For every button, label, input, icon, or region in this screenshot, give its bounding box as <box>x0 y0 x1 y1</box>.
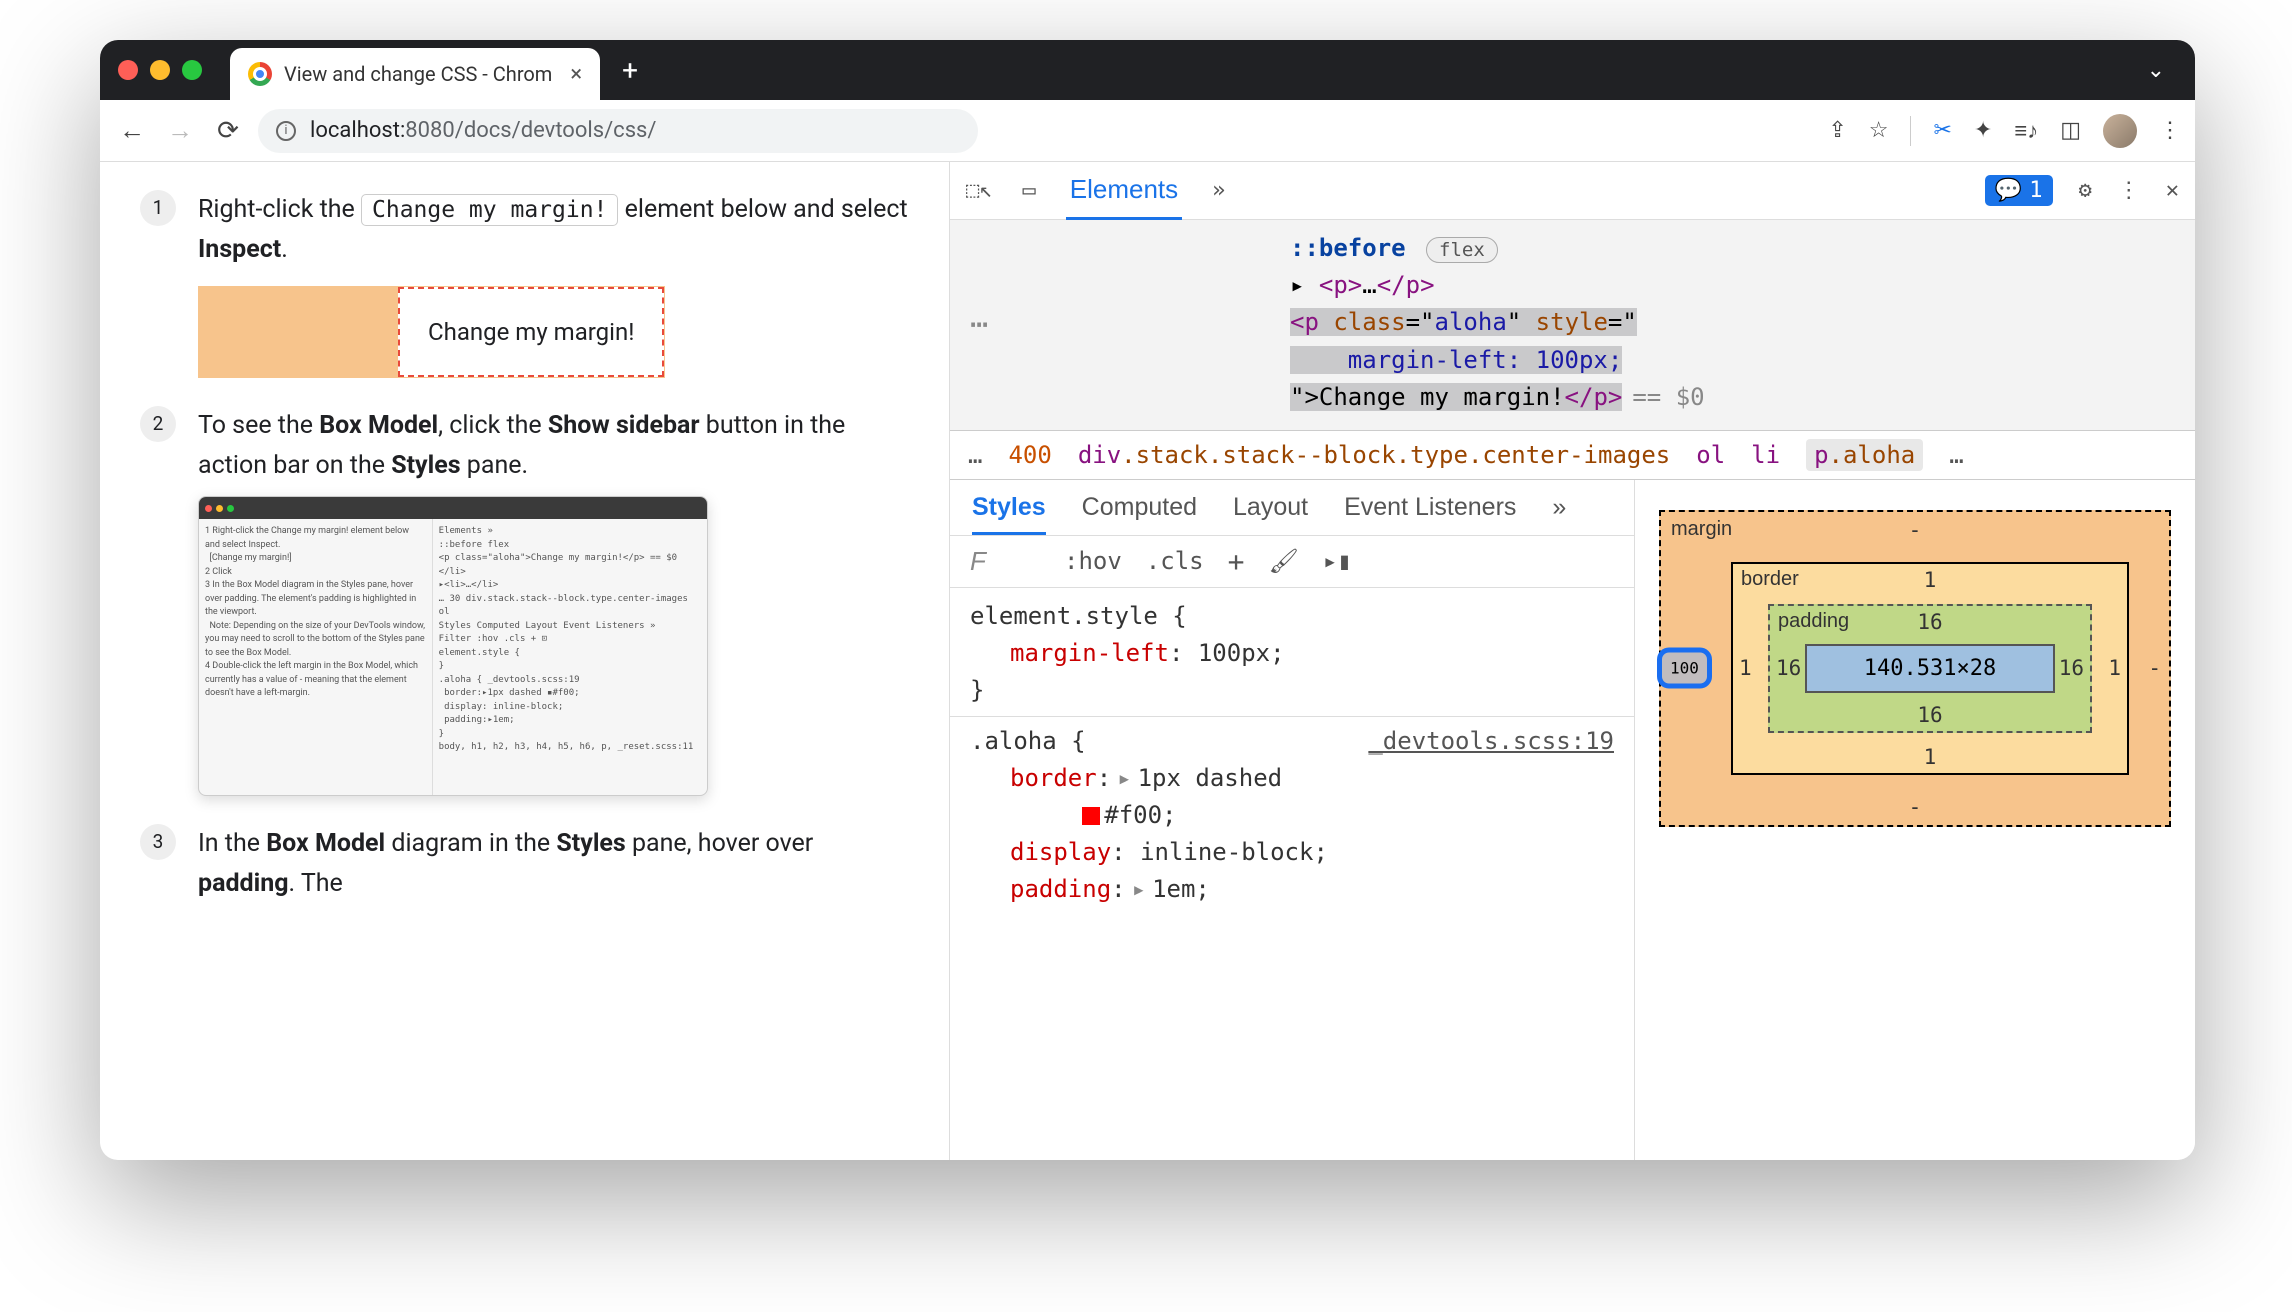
step-text: Right-click the Change my margin! elemen… <box>198 190 909 378</box>
step-2: 2 To see the Box Model, click the Show s… <box>140 406 909 796</box>
box-model-content[interactable]: 140.531×28 <box>1805 644 2055 693</box>
traffic-lights <box>118 60 202 80</box>
site-info-icon[interactable]: i <box>276 121 296 141</box>
url-text: localhost:8080/docs/devtools/css/ <box>310 118 656 143</box>
demo-box: Change my margin! <box>198 286 909 378</box>
forward-button[interactable]: → <box>162 115 198 146</box>
devtools-toolbar: ⬚↖ ▭ Elements » 💬 1 ⚙ ⋮ ✕ <box>950 162 2195 220</box>
styles-area: Styles Computed Layout Event Listeners »… <box>950 480 2195 1160</box>
screenshot-thumbnail: 1 Right-click the Change my margin! elem… <box>198 496 708 796</box>
crumb-item[interactable]: li <box>1751 441 1780 469</box>
cls-toggle[interactable]: .cls <box>1146 547 1204 575</box>
browser-window: View and change CSS - Chrom × + ⌄ ← → ⟳ … <box>100 40 2195 1160</box>
color-swatch-icon[interactable] <box>1082 807 1100 825</box>
close-window-button[interactable] <box>118 60 138 80</box>
dom-node-collapsed[interactable]: ▸ <p>…</p> <box>1290 267 2165 304</box>
content-area: 1 Right-click the Change my margin! elem… <box>100 162 2195 1160</box>
menu-kebab-icon[interactable]: ⋮ <box>2159 118 2181 143</box>
new-tab-button[interactable]: + <box>622 54 638 87</box>
scissors-icon[interactable]: ✂ <box>1933 118 1951 143</box>
close-devtools-icon[interactable]: ✕ <box>2166 178 2179 203</box>
maximize-window-button[interactable] <box>182 60 202 80</box>
crumb-ellipsis[interactable]: … <box>968 441 982 469</box>
minimize-window-button[interactable] <box>150 60 170 80</box>
breadcrumbs: … 400 div.stack.stack--block.type.center… <box>950 430 2195 480</box>
profile-avatar[interactable] <box>2103 114 2137 148</box>
side-panel-icon[interactable]: ◫ <box>2060 118 2081 143</box>
step-text: To see the Box Model, click the Show sid… <box>198 406 909 796</box>
titlebar: View and change CSS - Chrom × + ⌄ <box>100 40 2195 100</box>
browser-tab[interactable]: View and change CSS - Chrom × <box>230 48 600 100</box>
flex-badge[interactable]: flex <box>1426 237 1498 263</box>
back-button[interactable]: ← <box>114 115 150 146</box>
crumb-selected[interactable]: p.aloha <box>1806 439 1923 471</box>
crumb-ellipsis[interactable]: … <box>1949 441 1963 469</box>
crumb-item[interactable]: div.stack.stack--block.type.center-image… <box>1078 441 1670 469</box>
favicon-chrome-icon <box>248 62 272 86</box>
bookmark-star-icon[interactable]: ☆ <box>1869 118 1889 143</box>
show-sidebar-icon[interactable]: ▸▮ <box>1323 547 1352 575</box>
separator <box>1910 116 1911 146</box>
styles-left: Styles Computed Layout Event Listeners »… <box>950 480 1635 1160</box>
box-model-margin[interactable]: margin - - - 100 border 1 1 1 1 paddin <box>1659 510 2171 827</box>
dom-ellipsis-icon[interactable]: ⋯ <box>970 302 990 349</box>
hov-toggle[interactable]: :hov <box>1064 547 1122 575</box>
step-text: In the Box Model diagram in the Styles p… <box>198 824 909 904</box>
settings-gear-icon[interactable]: ⚙ <box>2079 178 2092 203</box>
devtools-panel: ⬚↖ ▭ Elements » 💬 1 ⚙ ⋮ ✕ ⋯ ::before fle… <box>950 162 2195 1160</box>
device-toggle-icon[interactable]: ▭ <box>1023 178 1036 203</box>
dom-tree[interactable]: ⋯ ::before flex ▸ <p>…</p> <p class="alo… <box>950 220 2195 430</box>
step-1: 1 Right-click the Change my margin! elem… <box>140 190 909 378</box>
crumb-item[interactable]: ol <box>1696 441 1725 469</box>
styles-action-bar: F :hov .cls + 🖌 ▸▮ <box>950 536 1634 588</box>
demo-element[interactable]: Change my margin! <box>398 287 664 377</box>
crumb-item[interactable]: 400 <box>1008 441 1051 469</box>
tab-title: View and change CSS - Chrom <box>284 62 552 86</box>
paint-brush-icon[interactable]: 🖌 <box>1268 547 1298 575</box>
step-number: 2 <box>140 406 176 442</box>
close-tab-button[interactable]: × <box>570 62 582 87</box>
more-tabs-chevron-icon[interactable]: » <box>1212 178 1225 203</box>
reading-list-icon[interactable]: ≡♪ <box>2014 118 2038 144</box>
step-3: 3 In the Box Model diagram in the Styles… <box>140 824 909 904</box>
kebab-menu-icon[interactable]: ⋮ <box>2118 178 2140 203</box>
dom-node-selected[interactable]: <p class="aloha" style=" margin-left: 10… <box>1290 304 2165 416</box>
tab-layout[interactable]: Layout <box>1233 493 1308 522</box>
code-chip: Change my margin! <box>361 194 618 226</box>
tab-event-listeners[interactable]: Event Listeners <box>1344 493 1516 522</box>
more-tabs-chevron-icon[interactable]: » <box>1552 493 1566 522</box>
source-link[interactable]: _devtools.scss:19 <box>1368 723 1614 760</box>
margin-left-editing[interactable]: 100 <box>1657 648 1712 689</box>
issues-badge[interactable]: 💬 1 <box>1985 175 2053 206</box>
inspect-element-icon[interactable]: ⬚↖ <box>966 178 993 203</box>
filter-input[interactable]: F <box>970 546 1040 577</box>
css-rules[interactable]: element.style { margin-left: 100px; } .a… <box>950 588 1634 919</box>
browser-toolbar: ← → ⟳ i localhost:8080/docs/devtools/css… <box>100 100 2195 162</box>
styles-tabs: Styles Computed Layout Event Listeners » <box>950 480 1634 536</box>
tab-computed[interactable]: Computed <box>1082 493 1197 522</box>
step-number: 1 <box>140 190 176 226</box>
tab-styles[interactable]: Styles <box>972 493 1046 535</box>
tabs-menu-chevron-icon[interactable]: ⌄ <box>2147 58 2177 83</box>
box-model-diagram[interactable]: margin - - - 100 border 1 1 1 1 paddin <box>1635 480 2195 1160</box>
toolbar-actions: ⇪ ☆ ✂ ✦ ≡♪ ◫ ⋮ <box>1828 114 2181 148</box>
tab-elements[interactable]: Elements <box>1066 162 1182 220</box>
step-number: 3 <box>140 824 176 860</box>
extensions-puzzle-icon[interactable]: ✦ <box>1974 118 1992 143</box>
box-model-padding[interactable]: padding 16 16 16 16 140.531×28 <box>1768 604 2092 733</box>
new-rule-button[interactable]: + <box>1228 545 1245 578</box>
address-bar[interactable]: i localhost:8080/docs/devtools/css/ <box>258 109 978 153</box>
share-icon[interactable]: ⇪ <box>1828 118 1846 143</box>
documentation-pane: 1 Right-click the Change my margin! elem… <box>100 162 950 1160</box>
reload-button[interactable]: ⟳ <box>210 116 246 146</box>
box-model-border[interactable]: border 1 1 1 1 padding 16 16 16 16 <box>1731 562 2129 775</box>
demo-margin-highlight: Change my margin! <box>198 286 665 378</box>
